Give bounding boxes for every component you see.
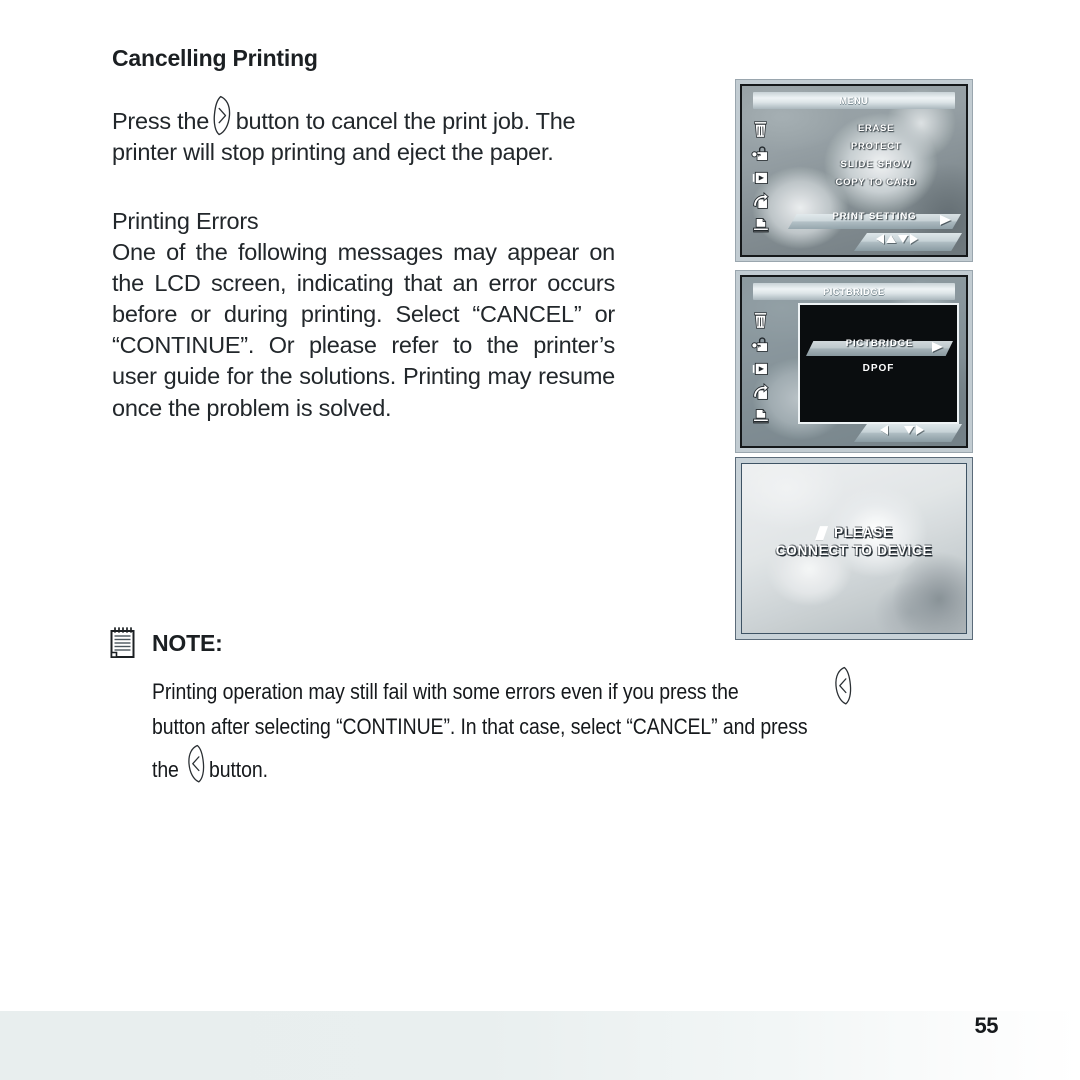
pictbridge-option-pictbridge: PICTBRIDGE [845, 338, 914, 349]
notepad-icon [110, 627, 135, 658]
printer-icon [753, 409, 769, 424]
lcd-title-bar-menu: MENU [753, 92, 955, 109]
printer-icon [753, 218, 769, 233]
menu-item-list: ERASE PROTECT SLIDE SHOW COPY TO CARD [792, 123, 960, 188]
connect-device-message-line1: PLEASE [834, 525, 893, 540]
trash-icon [754, 312, 767, 329]
navpad-arrows-2 [880, 425, 924, 435]
note-label: NOTE: [152, 629, 223, 656]
lcd-inner-menu: MENU ERASE PROTECT SLIDE SHOW COPY TO CA… [740, 84, 968, 257]
menu-item-slide-show[interactable]: SLIDE SHOW [840, 159, 911, 170]
note-block: NOTE: Printing operation may still fail … [108, 626, 980, 788]
connect-device-message-line2: CONNECT TO DEVICE [775, 543, 933, 559]
left-arrow-button-glyph-2 [184, 744, 208, 783]
navpad-right-icon[interactable] [910, 234, 918, 244]
navpad-right-icon-2[interactable] [916, 425, 924, 435]
lock-key-icon [751, 146, 768, 161]
menu-item-erase[interactable]: ERASE [858, 123, 894, 134]
lcd-screenshot-menu: MENU ERASE PROTECT SLIDE SHOW COPY TO CA… [735, 79, 973, 262]
navpad-down-icon-2[interactable] [904, 426, 914, 434]
menu-selected-row-print-setting[interactable]: PRINT SETTING [788, 211, 961, 229]
cancel-print-paragraph: Press the button to cancel the print job.… [112, 95, 615, 168]
navpad-menu[interactable] [854, 233, 962, 251]
slideshow-icon [752, 362, 768, 375]
pictbridge-icon-rail [751, 311, 770, 426]
page-title: Cancelling Printing [112, 45, 318, 71]
navpad-pictbridge[interactable] [854, 424, 962, 442]
navpad-down-icon[interactable] [898, 235, 908, 243]
lock-key-icon [751, 337, 768, 352]
lcd-title-bar-pictbridge: PICTBRIDGE [753, 283, 955, 300]
navpad-left-icon-2[interactable] [880, 425, 888, 435]
connect-device-message-row1: PLEASE [742, 524, 966, 542]
note-line-1: Printing operation may still fail with s… [152, 666, 980, 710]
printing-errors-subheading: Printing Errors [112, 208, 259, 235]
copy-to-card-icon [753, 383, 769, 400]
lcd-screenshot-connect-device: PLEASE CONNECT TO DEVICE [735, 457, 973, 640]
note-body: Printing operation may still fail with s… [152, 666, 980, 788]
menu-item-print-setting: PRINT SETTING [832, 211, 917, 222]
cancel-print-text-before: Press the [112, 108, 210, 135]
menu-icon-rail [751, 120, 770, 235]
note-line-3-text-a: the [152, 757, 179, 782]
manual-page: Cancelling Printing Press the button to c… [0, 0, 1080, 1080]
lcd-inner-pictbridge: PICTBRIDGE PICTBRIDGE DPOF [740, 275, 968, 448]
menu-item-copy-to-card[interactable]: COPY TO CARD [836, 177, 917, 188]
left-arrow-button-glyph [831, 666, 855, 705]
pictbridge-selected-row[interactable]: PICTBRIDGE [806, 338, 953, 356]
pictbridge-dialog: PICTBRIDGE DPOF [798, 303, 959, 424]
trash-icon [754, 121, 767, 138]
navpad-arrows [876, 234, 918, 244]
note-line-3: the button. [152, 744, 980, 788]
lcd-title-menu: MENU [839, 95, 869, 106]
lcd-title-pictbridge: PICTBRIDGE [823, 286, 885, 297]
note-line-3-text-b: button. [208, 757, 268, 782]
pictbridge-option-dpof[interactable]: DPOF [800, 363, 957, 374]
right-triangle-icon-2 [932, 342, 943, 352]
text-column: Cancelling Printing Press the button to c… [112, 45, 615, 424]
note-line-2-text: button after selecting “CONTINUE”. In th… [152, 713, 808, 739]
page-number: 55 [974, 1013, 999, 1038]
note-line-1-text: Printing operation may still fail with s… [152, 678, 739, 704]
lcd-screenshot-pictbridge: PICTBRIDGE PICTBRIDGE DPOF [735, 270, 973, 453]
navpad-up-icon[interactable] [886, 235, 896, 243]
slash-icon [815, 526, 829, 541]
lcd-inner-connect: PLEASE CONNECT TO DEVICE [741, 463, 967, 634]
note-line-2: button after selecting “CONTINUE”. In th… [152, 710, 980, 745]
slideshow-icon [752, 171, 768, 184]
page-footer [0, 1011, 1080, 1080]
navpad-left-icon[interactable] [876, 234, 884, 244]
copy-to-card-icon [753, 192, 769, 209]
right-arrow-button-glyph [210, 95, 235, 136]
right-triangle-icon [940, 215, 951, 225]
connect-device-message: PLEASE CONNECT TO DEVICE [742, 524, 966, 560]
printing-errors-body: One of the following messages may appear… [112, 239, 615, 421]
menu-item-protect[interactable]: PROTECT [851, 141, 901, 152]
